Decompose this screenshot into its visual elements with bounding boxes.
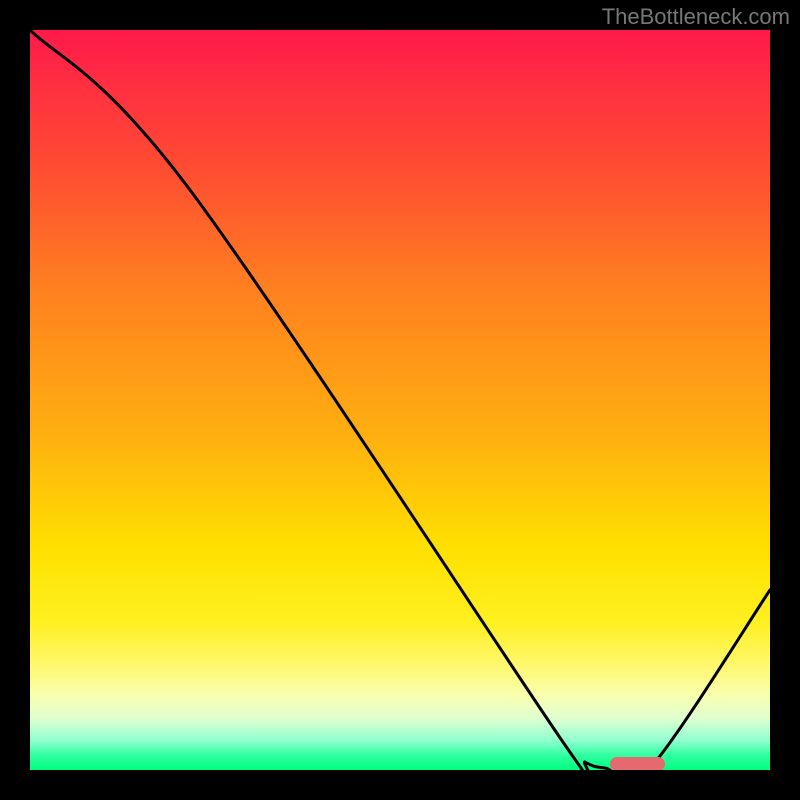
chart-line-layer xyxy=(30,30,770,770)
bottleneck-curve xyxy=(30,30,770,770)
optimal-marker xyxy=(610,757,665,770)
watermark-text: TheBottleneck.com xyxy=(602,4,790,30)
plot-area xyxy=(30,30,770,770)
